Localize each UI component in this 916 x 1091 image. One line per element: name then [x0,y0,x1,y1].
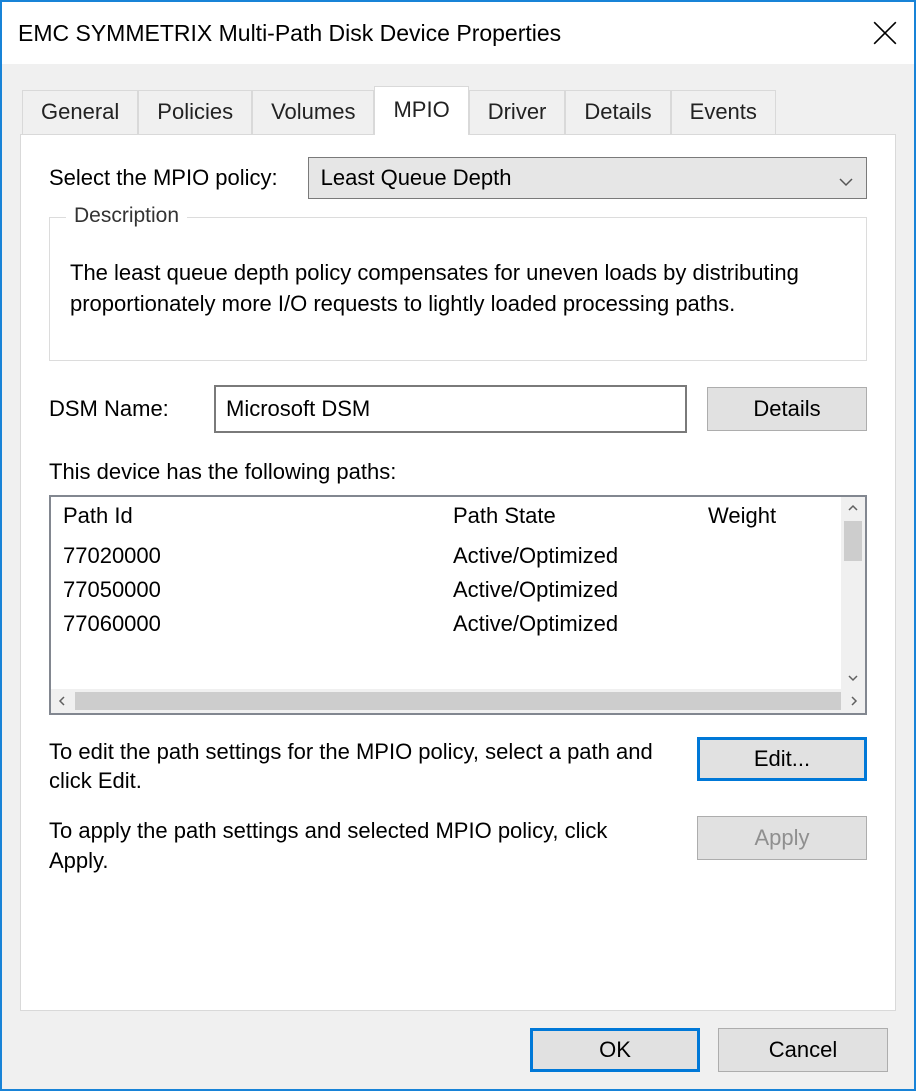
tab-mpio[interactable]: MPIO [374,86,468,135]
description-group: Description The least queue depth policy… [49,217,867,361]
cancel-button[interactable]: Cancel [718,1028,888,1072]
list-item[interactable]: 77020000 Active/Optimized [63,539,840,573]
apply-button: Apply [697,816,867,860]
edit-hint: To edit the path settings for the MPIO p… [49,737,667,796]
col-weight[interactable]: Weight [708,503,840,529]
dsm-name-value: Microsoft DSM [226,396,370,422]
tab-policies[interactable]: Policies [138,90,252,135]
edit-hint-row: To edit the path settings for the MPIO p… [49,737,867,796]
col-path-id[interactable]: Path Id [63,503,453,529]
listview-header: Path Id Path State Weight [63,503,840,539]
list-item[interactable]: 77060000 Active/Optimized [63,607,840,641]
dsm-label: DSM Name: [49,396,194,422]
close-icon[interactable] [872,20,898,46]
policy-label: Select the MPIO policy: [49,165,278,191]
tabs-row: General Policies Volumes MPIO Driver Det… [22,85,896,134]
details-button[interactable]: Details [707,387,867,431]
window-title: EMC SYMMETRIX Multi-Path Disk Device Pro… [18,20,872,47]
dsm-row: DSM Name: Microsoft DSM Details [49,385,867,433]
apply-hint: To apply the path settings and selected … [49,816,667,875]
dialog-buttons: OK Cancel [2,1011,914,1089]
scroll-up-icon[interactable] [842,497,864,519]
policy-dropdown[interactable]: Least Queue Depth [308,157,867,199]
tab-general[interactable]: General [22,90,138,135]
tab-details[interactable]: Details [565,90,670,135]
tab-driver[interactable]: Driver [469,90,566,135]
edit-button[interactable]: Edit... [697,737,867,781]
tab-panel-mpio: Select the MPIO policy: Least Queue Dept… [20,134,896,1011]
vertical-scrollbar[interactable] [840,497,865,689]
tab-events[interactable]: Events [671,90,776,135]
titlebar: EMC SYMMETRIX Multi-Path Disk Device Pro… [2,2,914,65]
client-area: General Policies Volumes MPIO Driver Det… [2,65,914,1011]
scroll-down-icon[interactable] [842,667,864,689]
apply-hint-row: To apply the path settings and selected … [49,816,867,875]
dialog-window: EMC SYMMETRIX Multi-Path Disk Device Pro… [0,0,916,1091]
policy-row: Select the MPIO policy: Least Queue Dept… [49,157,867,199]
scroll-left-icon[interactable] [51,690,73,712]
dsm-name-field[interactable]: Microsoft DSM [214,385,687,433]
tab-volumes[interactable]: Volumes [252,90,374,135]
description-text: The least queue depth policy compensates… [70,258,846,320]
paths-listview[interactable]: Path Id Path State Weight 77020000 Activ… [49,495,867,715]
ok-button[interactable]: OK [530,1028,700,1072]
col-path-state[interactable]: Path State [453,503,708,529]
description-legend: Description [66,204,187,228]
horizontal-scrollbar[interactable] [51,689,865,713]
paths-label: This device has the following paths: [49,459,867,485]
chevron-down-icon [838,170,854,186]
scrollbar-track[interactable] [75,692,841,710]
policy-dropdown-value: Least Queue Depth [321,165,512,191]
list-item[interactable]: 77050000 Active/Optimized [63,573,840,607]
scroll-right-icon[interactable] [843,690,865,712]
scrollbar-thumb[interactable] [844,521,862,561]
